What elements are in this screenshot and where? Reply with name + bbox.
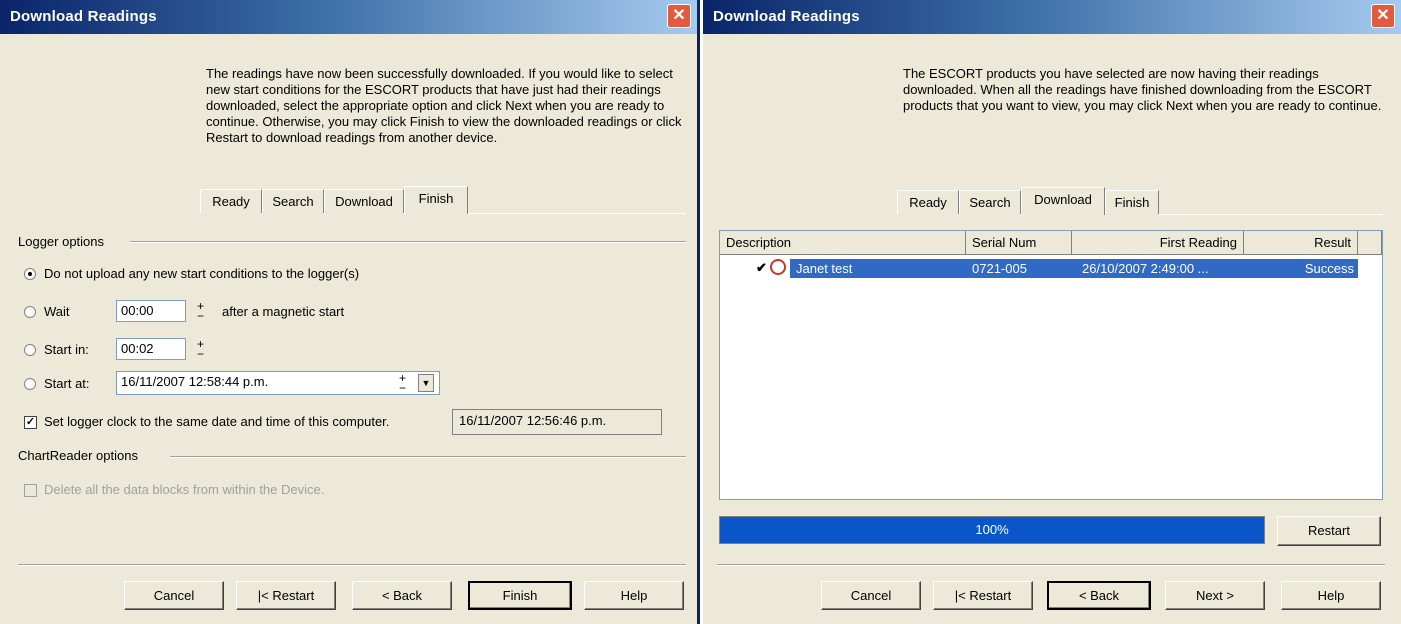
no-upload-label: Do not upload any new start conditions t… [44,266,360,281]
logger-device-icon [770,259,786,275]
start-at-spinner[interactable]: + − [394,372,411,394]
start-at-label: Start at: [44,376,90,391]
title-bar[interactable]: Download Readings ✕ [0,0,697,34]
wizard-tabs: Ready Search Download Finish [200,186,686,215]
download-readings-progress-dialog: Download Readings ✕ The ESCORT products … [703,0,1401,624]
start-at-radio[interactable] [24,378,36,390]
tab-download[interactable]: Download [324,189,404,213]
tab-download[interactable]: Download [1021,187,1105,215]
start-in-label: Start in: [44,342,89,357]
download-progress-bar: 100% [719,516,1265,544]
computer-time-display: 16/11/2007 12:56:46 p.m. [452,409,662,435]
help-button[interactable]: Help [584,581,684,610]
row-result: Success [1304,261,1354,276]
tab-ready[interactable]: Ready [897,190,959,214]
wait-suffix-label: after a magnetic start [222,304,345,319]
set-clock-label: Set logger clock to the same date and ti… [44,414,390,429]
finish-button[interactable]: Finish [468,581,572,610]
back-button[interactable]: < Back [352,581,452,610]
close-icon[interactable]: ✕ [667,4,691,28]
delete-blocks-label: Delete all the data blocks from within t… [44,482,325,497]
dialog-title: Download Readings [10,8,157,25]
chevron-down-icon[interactable]: ▼ [418,374,434,392]
start-at-datetime-field[interactable]: 16/11/2007 12:58:44 p.m. [116,371,440,395]
wait-spinner[interactable]: + − [192,300,209,322]
instructions-text: The ESCORT products you have selected ar… [903,66,1382,113]
dialog-title: Download Readings [713,8,860,25]
divider [130,241,686,243]
tab-ready[interactable]: Ready [200,189,262,213]
tab-strip-line [1159,214,1383,215]
title-bar[interactable]: Download Readings ✕ [703,0,1401,34]
set-clock-checkbox[interactable]: ✓ [24,416,37,429]
row-description: Janet test [796,261,853,276]
column-header-result[interactable]: Result [1244,231,1358,255]
divider [170,456,686,458]
column-header-filler [1358,231,1382,255]
next-button[interactable]: Next > [1165,581,1265,610]
divider [18,564,686,566]
close-icon[interactable]: ✕ [1371,4,1395,28]
chartreader-options-heading: ChartReader options [18,448,138,463]
column-header-first-reading[interactable]: First Reading [1072,231,1244,255]
help-button[interactable]: Help [1281,581,1381,610]
cancel-button[interactable]: Cancel [821,581,921,610]
start-in-spinner[interactable]: + − [192,338,209,360]
row-first-reading: 26/10/2007 2:49:00 ... [1082,261,1209,276]
column-header-serial[interactable]: Serial Num [966,231,1072,255]
tab-finish[interactable]: Finish [404,186,468,214]
tab-strip-line [468,213,686,214]
no-upload-radio[interactable] [24,268,36,280]
tab-finish[interactable]: Finish [1105,190,1159,214]
column-header-description[interactable]: Description [720,231,966,255]
cancel-button[interactable]: Cancel [124,581,224,610]
start-in-radio[interactable] [24,344,36,356]
start-in-field[interactable]: 00:02 [116,338,186,360]
download-readings-finish-dialog: Download Readings ✕ The readings have no… [0,0,700,624]
checkmark-icon: ✔ [756,260,767,275]
logger-options-heading: Logger options [18,234,105,249]
table-row[interactable]: Janet test 0721-005 26/10/2007 2:49:00 .… [790,259,1358,278]
restart-button[interactable]: |< Restart [236,581,336,610]
readings-table[interactable]: Description Serial Num First Reading Res… [719,230,1383,500]
divider [717,564,1385,566]
restart-download-button[interactable]: Restart [1277,516,1381,546]
wait-label: Wait [44,304,70,319]
instructions-text: The readings have now been successfully … [206,66,682,145]
wizard-tabs: Ready Search Download Finish [897,187,1383,216]
tab-search[interactable]: Search [262,189,324,213]
wait-time-field[interactable]: 00:00 [116,300,186,322]
delete-blocks-checkbox [24,484,37,497]
wait-radio[interactable] [24,306,36,318]
tab-search[interactable]: Search [959,190,1021,214]
back-button[interactable]: < Back [1047,581,1151,610]
row-serial: 0721-005 [972,261,1027,276]
restart-button[interactable]: |< Restart [933,581,1033,610]
